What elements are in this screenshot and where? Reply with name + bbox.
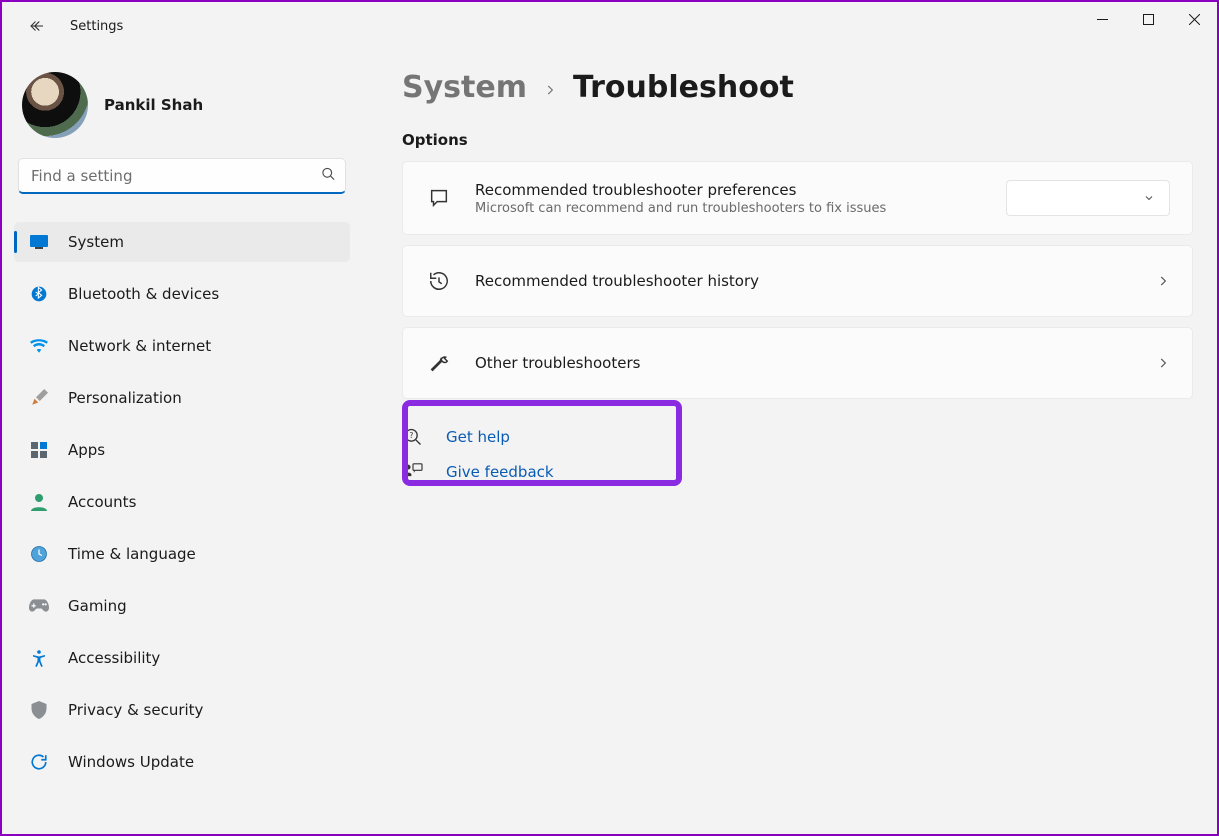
apps-icon	[28, 442, 50, 458]
breadcrumb: System Troubleshoot	[402, 70, 1193, 105]
nav-item-accounts[interactable]: Accounts	[14, 482, 350, 522]
wifi-icon	[28, 339, 50, 353]
accessibility-icon	[28, 649, 50, 667]
nav-item-privacy[interactable]: Privacy & security	[14, 690, 350, 730]
display-icon	[28, 235, 50, 249]
search-input[interactable]	[18, 158, 346, 194]
chevron-down-icon	[1143, 192, 1155, 204]
breadcrumb-current: Troubleshoot	[573, 70, 794, 105]
app-title: Settings	[70, 19, 123, 34]
arrow-left-icon	[28, 17, 46, 35]
avatar	[22, 72, 88, 138]
nav-item-network[interactable]: Network & internet	[14, 326, 350, 366]
card-subtitle: Microsoft can recommend and run troubles…	[475, 201, 984, 216]
card-other-troubleshooters[interactable]: Other troubleshooters	[402, 327, 1193, 399]
nav-label: Apps	[68, 441, 105, 459]
clock-globe-icon	[28, 545, 50, 563]
card-title: Recommended troubleshooter history	[475, 272, 1134, 290]
nav-label: Privacy & security	[68, 701, 203, 719]
section-header: Options	[402, 131, 1193, 149]
nav-item-windows-update[interactable]: Windows Update	[14, 742, 350, 782]
chevron-right-icon	[1156, 356, 1170, 370]
back-button[interactable]	[18, 7, 56, 45]
titlebar: Settings	[2, 2, 1217, 50]
link-label: Give feedback	[446, 463, 554, 481]
give-feedback-link[interactable]: Give feedback	[402, 463, 1193, 481]
nav-label: Bluetooth & devices	[68, 285, 219, 303]
nav-item-system[interactable]: System	[14, 222, 350, 262]
nav: System Bluetooth & devices Network & int…	[14, 222, 350, 792]
card-title: Other troubleshooters	[475, 354, 1134, 372]
link-label: Get help	[446, 428, 510, 446]
search-wrap	[18, 158, 346, 194]
nav-label: Accounts	[68, 493, 136, 511]
breadcrumb-parent[interactable]: System	[402, 70, 527, 105]
maximize-button[interactable]	[1125, 2, 1171, 36]
wrench-icon	[425, 352, 453, 374]
shield-icon	[28, 701, 50, 719]
main: System Troubleshoot Options Recommended …	[362, 50, 1217, 834]
user-name: Pankil Shah	[104, 96, 203, 114]
person-icon	[28, 493, 50, 511]
chat-icon	[425, 187, 453, 209]
gamepad-icon	[28, 599, 50, 613]
window-controls	[1079, 2, 1217, 36]
help-icon: ?	[402, 427, 424, 447]
nav-label: Windows Update	[68, 753, 194, 771]
feedback-icon	[402, 463, 424, 481]
minimize-button[interactable]	[1079, 2, 1125, 36]
nav-item-personalization[interactable]: Personalization	[14, 378, 350, 418]
nav-label: System	[68, 233, 124, 251]
nav-label: Time & language	[68, 545, 196, 563]
close-button[interactable]	[1171, 2, 1217, 36]
chevron-right-icon	[1156, 274, 1170, 288]
card-troubleshooter-preferences[interactable]: Recommended troubleshooter preferences M…	[402, 161, 1193, 235]
nav-label: Gaming	[68, 597, 127, 615]
sidebar: Pankil Shah System Bluetooth & devices	[2, 50, 362, 834]
card-troubleshooter-history[interactable]: Recommended troubleshooter history	[402, 245, 1193, 317]
nav-item-apps[interactable]: Apps	[14, 430, 350, 470]
preferences-dropdown[interactable]	[1006, 180, 1170, 216]
footer-links: ? Get help Give feedback	[402, 427, 1193, 481]
svg-text:?: ?	[409, 431, 413, 440]
nav-item-accessibility[interactable]: Accessibility	[14, 638, 350, 678]
nav-item-gaming[interactable]: Gaming	[14, 586, 350, 626]
nav-item-bluetooth[interactable]: Bluetooth & devices	[14, 274, 350, 314]
paintbrush-icon	[28, 389, 50, 407]
minimize-icon	[1097, 14, 1108, 25]
chevron-right-icon	[543, 78, 557, 102]
nav-label: Personalization	[68, 389, 182, 407]
get-help-link[interactable]: ? Get help	[402, 427, 1193, 447]
nav-label: Accessibility	[68, 649, 160, 667]
nav-item-time-language[interactable]: Time & language	[14, 534, 350, 574]
history-icon	[425, 270, 453, 292]
nav-label: Network & internet	[68, 337, 211, 355]
close-icon	[1189, 14, 1200, 25]
bluetooth-icon	[28, 286, 50, 302]
maximize-icon	[1143, 14, 1154, 25]
update-icon	[28, 753, 50, 771]
user-block[interactable]: Pankil Shah	[14, 68, 350, 158]
card-title: Recommended troubleshooter preferences	[475, 181, 984, 199]
